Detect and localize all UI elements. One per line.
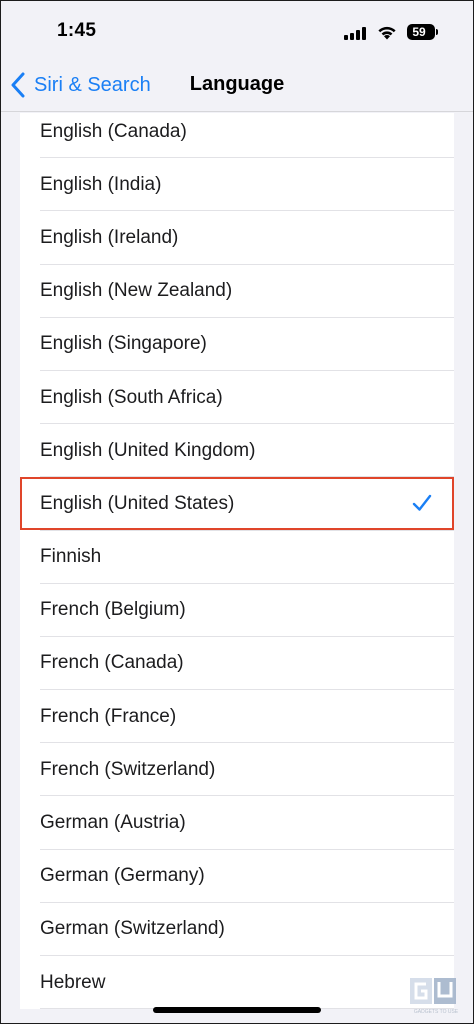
language-label: English (Singapore): [40, 333, 207, 355]
language-label: English (Ireland): [40, 226, 179, 248]
language-label: French (Switzerland): [40, 758, 216, 780]
language-label: German (Switzerland): [40, 918, 225, 940]
language-row[interactable]: English (Singapore): [20, 318, 454, 372]
language-label: English (India): [40, 173, 162, 195]
language-row[interactable]: French (Belgium): [20, 584, 454, 638]
language-label: French (France): [40, 705, 177, 727]
wifi-icon: [378, 26, 396, 40]
language-label: German (Germany): [40, 865, 205, 887]
battery-level: 59: [412, 25, 426, 39]
language-label: French (Belgium): [40, 599, 186, 621]
language-label: Finnish: [40, 546, 102, 568]
language-label: English (United Kingdom): [40, 439, 256, 461]
watermark-text: GADGETS TO USE: [414, 1009, 459, 1015]
language-row[interactable]: English (New Zealand): [20, 265, 454, 318]
language-list: English (Canada) English (India) English (…: [20, 113, 454, 1010]
language-row[interactable]: English (United States): [20, 477, 454, 531]
language-row[interactable]: English (South Africa): [20, 371, 454, 425]
language-row[interactable]: English (United Kingdom): [20, 424, 454, 478]
signal-icon: [344, 27, 366, 40]
language-row[interactable]: German (Switzerland): [20, 903, 454, 957]
language-label: English (Canada): [40, 120, 187, 142]
language-row[interactable]: German (Germany): [20, 850, 454, 904]
home-indicator: [153, 1007, 321, 1013]
gadgets-to-use-logo: GADGETS TO USE: [410, 978, 459, 1015]
language-label: Hebrew: [40, 971, 106, 993]
language-row[interactable]: French (Canada): [20, 637, 454, 691]
nav-bar: Siri & Search Language: [0, 62, 474, 112]
language-row[interactable]: English (Canada): [20, 113, 454, 159]
language-row[interactable]: French (France): [20, 690, 454, 744]
language-row[interactable]: German (Austria): [20, 796, 454, 850]
status-time: 1:45: [57, 20, 97, 41]
language-label: English (New Zealand): [40, 280, 233, 302]
language-row[interactable]: French (Switzerland): [20, 743, 454, 797]
language-label: German (Austria): [40, 812, 186, 834]
page-title: Language: [189, 73, 285, 95]
language-row[interactable]: English (India): [20, 158, 454, 212]
checkmark-icon: [412, 495, 432, 512]
language-label: English (South Africa): [40, 386, 223, 408]
language-list-area: English (Canada) English (India) English (…: [0, 113, 474, 1024]
status-bar: 1:45 59: [0, 0, 474, 62]
language-row[interactable]: Finnish: [20, 531, 454, 584]
battery-icon: 59: [407, 24, 438, 40]
language-label: English (United States): [40, 492, 235, 514]
language-label: French (Canada): [40, 652, 184, 674]
language-row[interactable]: English (Ireland): [20, 211, 454, 265]
language-row[interactable]: Hebrew: [20, 956, 454, 1010]
